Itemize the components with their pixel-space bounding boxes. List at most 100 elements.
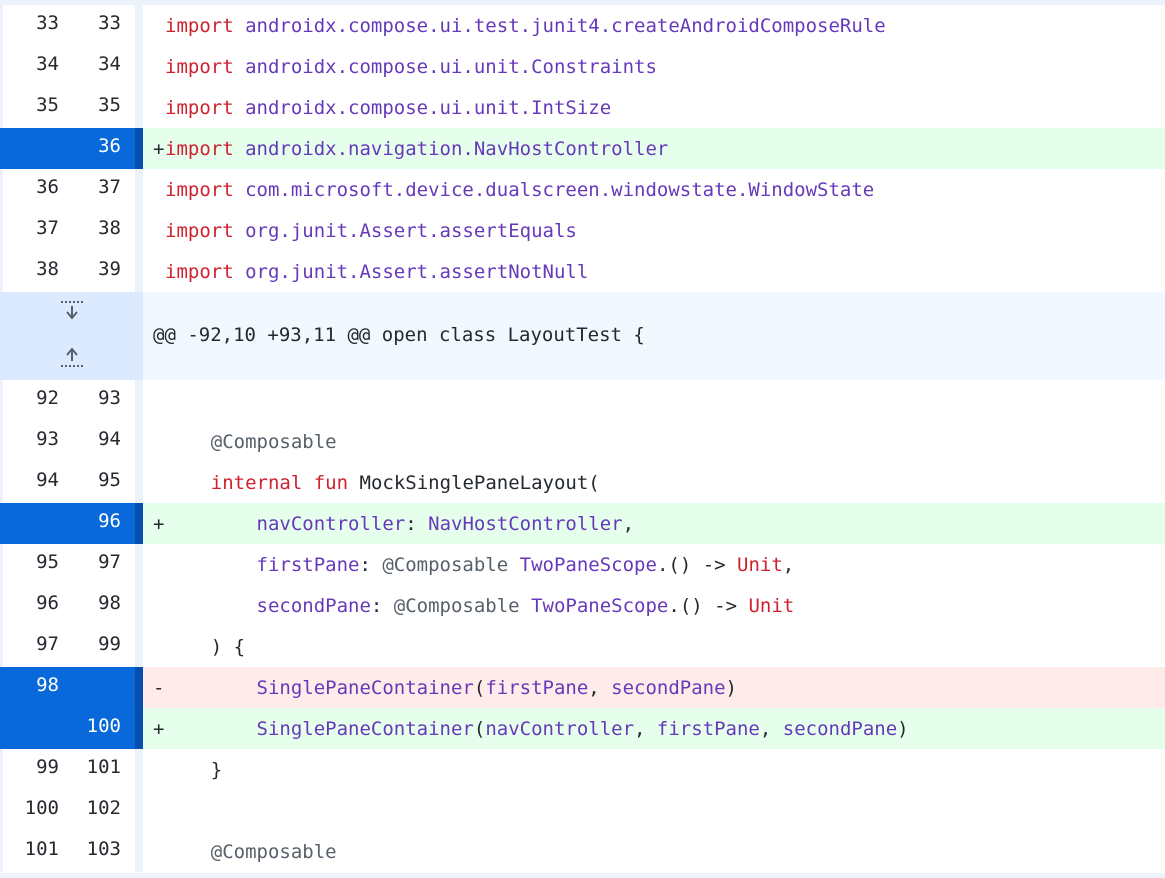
old-line-number[interactable]: 37	[0, 210, 73, 251]
code-cell: secondPane: @Composable TwoPaneScope.() …	[143, 585, 1165, 626]
old-line-number[interactable]: 96	[0, 585, 73, 626]
code-cell: import org.junit.Assert.assertEquals	[143, 210, 1165, 251]
old-line-number[interactable]: 35	[0, 87, 73, 128]
new-line-number[interactable]: 98	[73, 585, 135, 626]
code-token: ,	[634, 718, 657, 740]
code-cell: @Composable	[143, 421, 1165, 462]
code-token: navController	[485, 718, 635, 740]
new-line-number[interactable]: 102	[73, 790, 135, 831]
old-line-number[interactable]: 34	[0, 46, 73, 87]
new-line-number[interactable]: 95	[73, 462, 135, 503]
old-line-number[interactable]: 33	[0, 5, 73, 46]
new-line-number[interactable]: 37	[73, 169, 135, 210]
context-line-row: 34 34 import androidx.compose.ui.unit.Cons…	[0, 46, 1165, 87]
code-text: SinglePaneContainer(firstPane, secondPan…	[165, 676, 737, 700]
old-line-number[interactable]: 92	[0, 380, 73, 421]
code-token: .() ->	[656, 554, 738, 576]
line-gutter	[135, 790, 143, 831]
new-line-number[interactable]: 36	[73, 128, 135, 169]
context-line-row: 99 101 }	[0, 749, 1165, 790]
code-token: :	[405, 513, 429, 535]
code-token: import	[165, 56, 234, 78]
old-line-number[interactable]: 93	[0, 421, 73, 462]
code-token: firstPane	[656, 718, 760, 740]
context-line-row: 96 98 secondPane: @Composable TwoPaneScop…	[0, 585, 1165, 626]
context-line-row: 35 35 import androidx.compose.ui.unit.IntS…	[0, 87, 1165, 128]
old-line-number[interactable]: 36	[0, 169, 73, 210]
new-line-number[interactable]: 97	[73, 544, 135, 585]
code-token: secondPane	[256, 595, 371, 617]
code-token: @Composable	[393, 595, 520, 617]
old-line-number[interactable]	[0, 503, 73, 544]
code-token: (	[473, 718, 486, 740]
code-token: )	[725, 677, 737, 699]
code-token: androidx.compose.ui.unit.Constraints	[245, 56, 657, 78]
line-gutter	[135, 667, 143, 708]
old-line-number[interactable]: 100	[0, 790, 73, 831]
code-cell: + navController: NavHostController,	[143, 503, 1165, 544]
context-line-row: 38 39 import org.junit.Assert.assertNotNul…	[0, 251, 1165, 292]
old-line-number[interactable]	[0, 708, 73, 749]
old-line-number[interactable]: 95	[0, 544, 73, 585]
code-text: }	[165, 758, 222, 782]
line-gutter	[135, 503, 143, 544]
code-cell: ) {	[143, 626, 1165, 667]
code-text: secondPane: @Composable TwoPaneScope.() …	[165, 594, 795, 618]
diff-view: 33 33 import androidx.compose.ui.test.juni…	[0, 5, 1165, 872]
new-line-number[interactable]: 99	[73, 626, 135, 667]
line-gutter	[135, 380, 143, 421]
line-gutter	[135, 46, 143, 87]
expand-down-icon[interactable]	[58, 300, 86, 322]
old-line-number[interactable]: 101	[0, 831, 73, 872]
new-line-number[interactable]: 103	[73, 831, 135, 872]
new-line-number[interactable]: 38	[73, 210, 135, 251]
line-gutter	[135, 421, 143, 462]
code-token: ,	[782, 554, 795, 576]
old-line-number[interactable]: 99	[0, 749, 73, 790]
code-token: androidx.navigation.NavHostController	[245, 138, 669, 160]
context-line-row: 33 33 import androidx.compose.ui.test.juni…	[0, 5, 1165, 46]
new-line-number[interactable]: 35	[73, 87, 135, 128]
code-token: firstPane	[485, 677, 589, 699]
new-line-number[interactable]: 93	[73, 380, 135, 421]
code-text: import androidx.compose.ui.test.junit4.c…	[165, 14, 886, 38]
code-text: ) {	[165, 635, 245, 659]
added-line-row: 100 + SinglePaneContainer(navController, …	[0, 708, 1165, 749]
context-line-row: 95 97 firstPane: @Composable TwoPaneScope…	[0, 544, 1165, 585]
added-line-row: 36 + import androidx.navigation.NavHostCon…	[0, 128, 1165, 169]
old-line-number[interactable]: 98	[0, 667, 73, 708]
code-token: Unit	[748, 595, 795, 617]
old-line-number[interactable]	[0, 128, 73, 169]
code-text: SinglePaneContainer(navController, first…	[165, 717, 909, 741]
hunk-header-text: @@ -92,10 +93,11 @@ open class LayoutTes…	[153, 324, 645, 346]
new-line-number[interactable]: 101	[73, 749, 135, 790]
code-token: NavHostController	[428, 513, 623, 535]
line-gutter	[135, 169, 143, 210]
new-line-number[interactable]: 39	[73, 251, 135, 292]
code-token: import	[165, 220, 234, 242]
new-line-number[interactable]: 100	[73, 708, 135, 749]
new-line-number[interactable]	[73, 667, 135, 708]
code-token: ,	[759, 718, 783, 740]
expand-up-icon[interactable]	[58, 346, 86, 368]
context-line-row: 97 99 ) {	[0, 626, 1165, 667]
code-token: SinglePaneContainer	[256, 677, 474, 699]
code-text: @Composable	[165, 430, 337, 454]
code-cell: import com.microsoft.device.dualscreen.w…	[143, 169, 1165, 210]
old-line-number[interactable]: 97	[0, 626, 73, 667]
code-cell	[143, 790, 1165, 831]
old-line-number[interactable]: 94	[0, 462, 73, 503]
code-token: import	[165, 138, 234, 160]
new-line-number[interactable]: 94	[73, 421, 135, 462]
new-line-number[interactable]: 96	[73, 503, 135, 544]
old-line-number[interactable]: 38	[0, 251, 73, 292]
new-line-number[interactable]: 34	[73, 46, 135, 87]
line-gutter	[135, 210, 143, 251]
code-token: @Composable	[210, 841, 337, 863]
new-line-number[interactable]: 33	[73, 5, 135, 46]
code-cell: internal fun MockSinglePaneLayout(	[143, 462, 1165, 503]
